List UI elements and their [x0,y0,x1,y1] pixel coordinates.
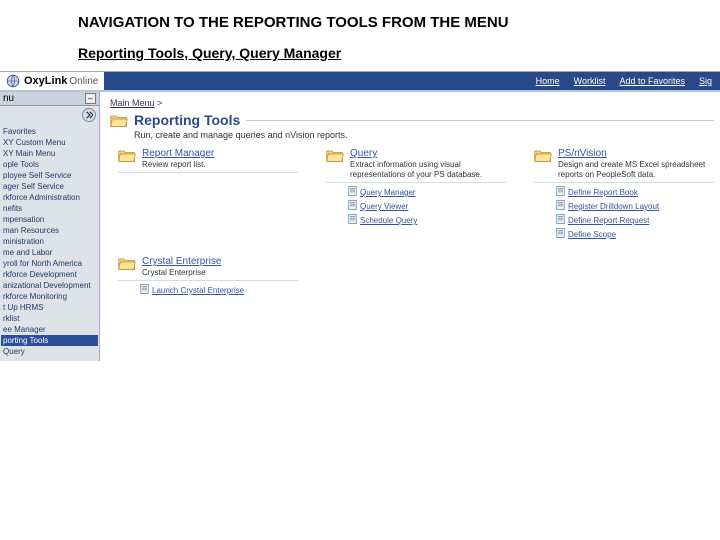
page-description: Run, create and manage queries and nVisi… [134,130,714,140]
file-icon [140,284,149,298]
sidebar-item[interactable]: yroll for North America [1,258,98,269]
brand-name: OxyLink [24,75,67,87]
folder-desc: Crystal Enterprise [142,268,298,278]
breadcrumb-sep: > [157,98,162,108]
folder-icon [118,256,136,274]
folder-sublink[interactable]: Define Scope [568,229,616,241]
sidebar-item[interactable]: XY Custom Menu [1,137,98,148]
folder-sublink[interactable]: Launch Crystal Enterprise [152,285,244,297]
brand-logo: OxyLinkOnline [0,72,104,90]
folder-sublink-item: Define Report Book [556,186,714,200]
folder-sublink[interactable]: Define Report Book [568,187,638,199]
folder-icon [326,148,344,166]
folder-sublink-item: Launch Crystal Enterprise [140,284,298,298]
sidebar-item[interactable]: rkforce Administration [1,192,98,203]
file-icon [348,200,357,214]
sidebar: nu – FavoritesXY Custom MenuXY Main Menu… [0,92,100,361]
folder-link[interactable]: Crystal Enterprise [142,256,298,267]
folder-sublink[interactable]: Define Report Request [568,215,649,227]
file-icon [556,186,565,200]
sidebar-minimize-button[interactable]: – [85,93,96,104]
folder-sublink-item: Query Manager [348,186,506,200]
sidebar-item[interactable]: mpensation [1,214,98,225]
top-nav: Home Worklist Add to Favorites Sig [104,72,720,90]
sidebar-item[interactable]: ployee Self Service [1,170,98,181]
folder-icon [118,148,136,166]
file-icon [556,200,565,214]
folder-sublink[interactable]: Register Drilldown Layout [568,201,659,213]
file-icon [348,186,357,200]
file-icon [348,214,357,228]
sidebar-item[interactable]: nefits [1,203,98,214]
folder-link[interactable]: PS/nVision [558,148,714,159]
folder-open-icon [110,113,128,128]
sidebar-item[interactable]: me and Labor [1,247,98,258]
sidebar-item[interactable]: Favorites [1,126,98,137]
doc-title: NAVIGATION TO THE REPORTING TOOLS FROM T… [78,14,720,31]
doc-breadcrumb: Reporting Tools, Query, Query Manager [78,45,720,61]
folder-desc: Design and create MS Excel spreadsheet r… [558,160,714,180]
nav-home[interactable]: Home [536,76,560,86]
folder-card: Crystal EnterpriseCrystal Enterprise Laun… [118,256,298,298]
globe-icon [6,74,20,88]
sidebar-item[interactable]: rkforce Development [1,269,98,280]
folder-desc: Extract information using visual represe… [350,160,506,180]
sidebar-item[interactable]: ministration [1,236,98,247]
folder-sublink-item: Schedule Query [348,214,506,228]
sidebar-item[interactable]: Query [1,346,98,357]
sidebar-title: nu [3,93,14,104]
sidebar-item[interactable]: man Resources [1,225,98,236]
nav-worklist[interactable]: Worklist [574,76,606,86]
nav-add-favorites[interactable]: Add to Favorites [619,76,685,86]
brand-suffix: Online [69,76,98,87]
sidebar-item[interactable]: porting Tools [1,335,98,346]
breadcrumb-root[interactable]: Main Menu [110,98,155,108]
file-icon [556,214,565,228]
breadcrumb: Main Menu > [110,98,714,108]
sidebar-item[interactable]: ager Self Service [1,181,98,192]
nav-signout[interactable]: Sig [699,76,712,86]
sidebar-item[interactable]: ople Tools [1,159,98,170]
sidebar-item[interactable]: ee Manager [1,324,98,335]
page-title: Reporting Tools [134,112,240,128]
sidebar-item[interactable]: anizational Development [1,280,98,291]
folder-desc: Review report list. [142,160,298,170]
content-area: Main Menu > Reporting Tools Run, create … [100,92,720,361]
folder-card: Report ManagerReview report list. [118,148,298,242]
sidebar-item[interactable]: XY Main Menu [1,148,98,159]
sidebar-item[interactable]: rklist [1,313,98,324]
sidebar-item[interactable]: rkforce Monitoring [1,291,98,302]
file-icon [556,228,565,242]
folder-sublink[interactable]: Schedule Query [360,215,417,227]
sidebar-collapse-button[interactable] [82,108,96,122]
sidebar-item[interactable]: t Up HRMS [1,302,98,313]
folder-sublink-item: Define Report Request [556,214,714,228]
folder-sublink[interactable]: Query Viewer [360,201,408,213]
folder-sublink-item: Register Drilldown Layout [556,200,714,214]
folder-sublink-item: Define Scope [556,228,714,242]
folder-card: PS/nVisionDesign and create MS Excel spr… [534,148,714,242]
folder-icon [534,148,552,166]
folder-link[interactable]: Report Manager [142,148,298,159]
folder-card: QueryExtract information using visual re… [326,148,506,242]
folder-sublink-item: Query Viewer [348,200,506,214]
folder-link[interactable]: Query [350,148,506,159]
folder-sublink[interactable]: Query Manager [360,187,416,199]
chevron-right-icon [85,111,93,119]
